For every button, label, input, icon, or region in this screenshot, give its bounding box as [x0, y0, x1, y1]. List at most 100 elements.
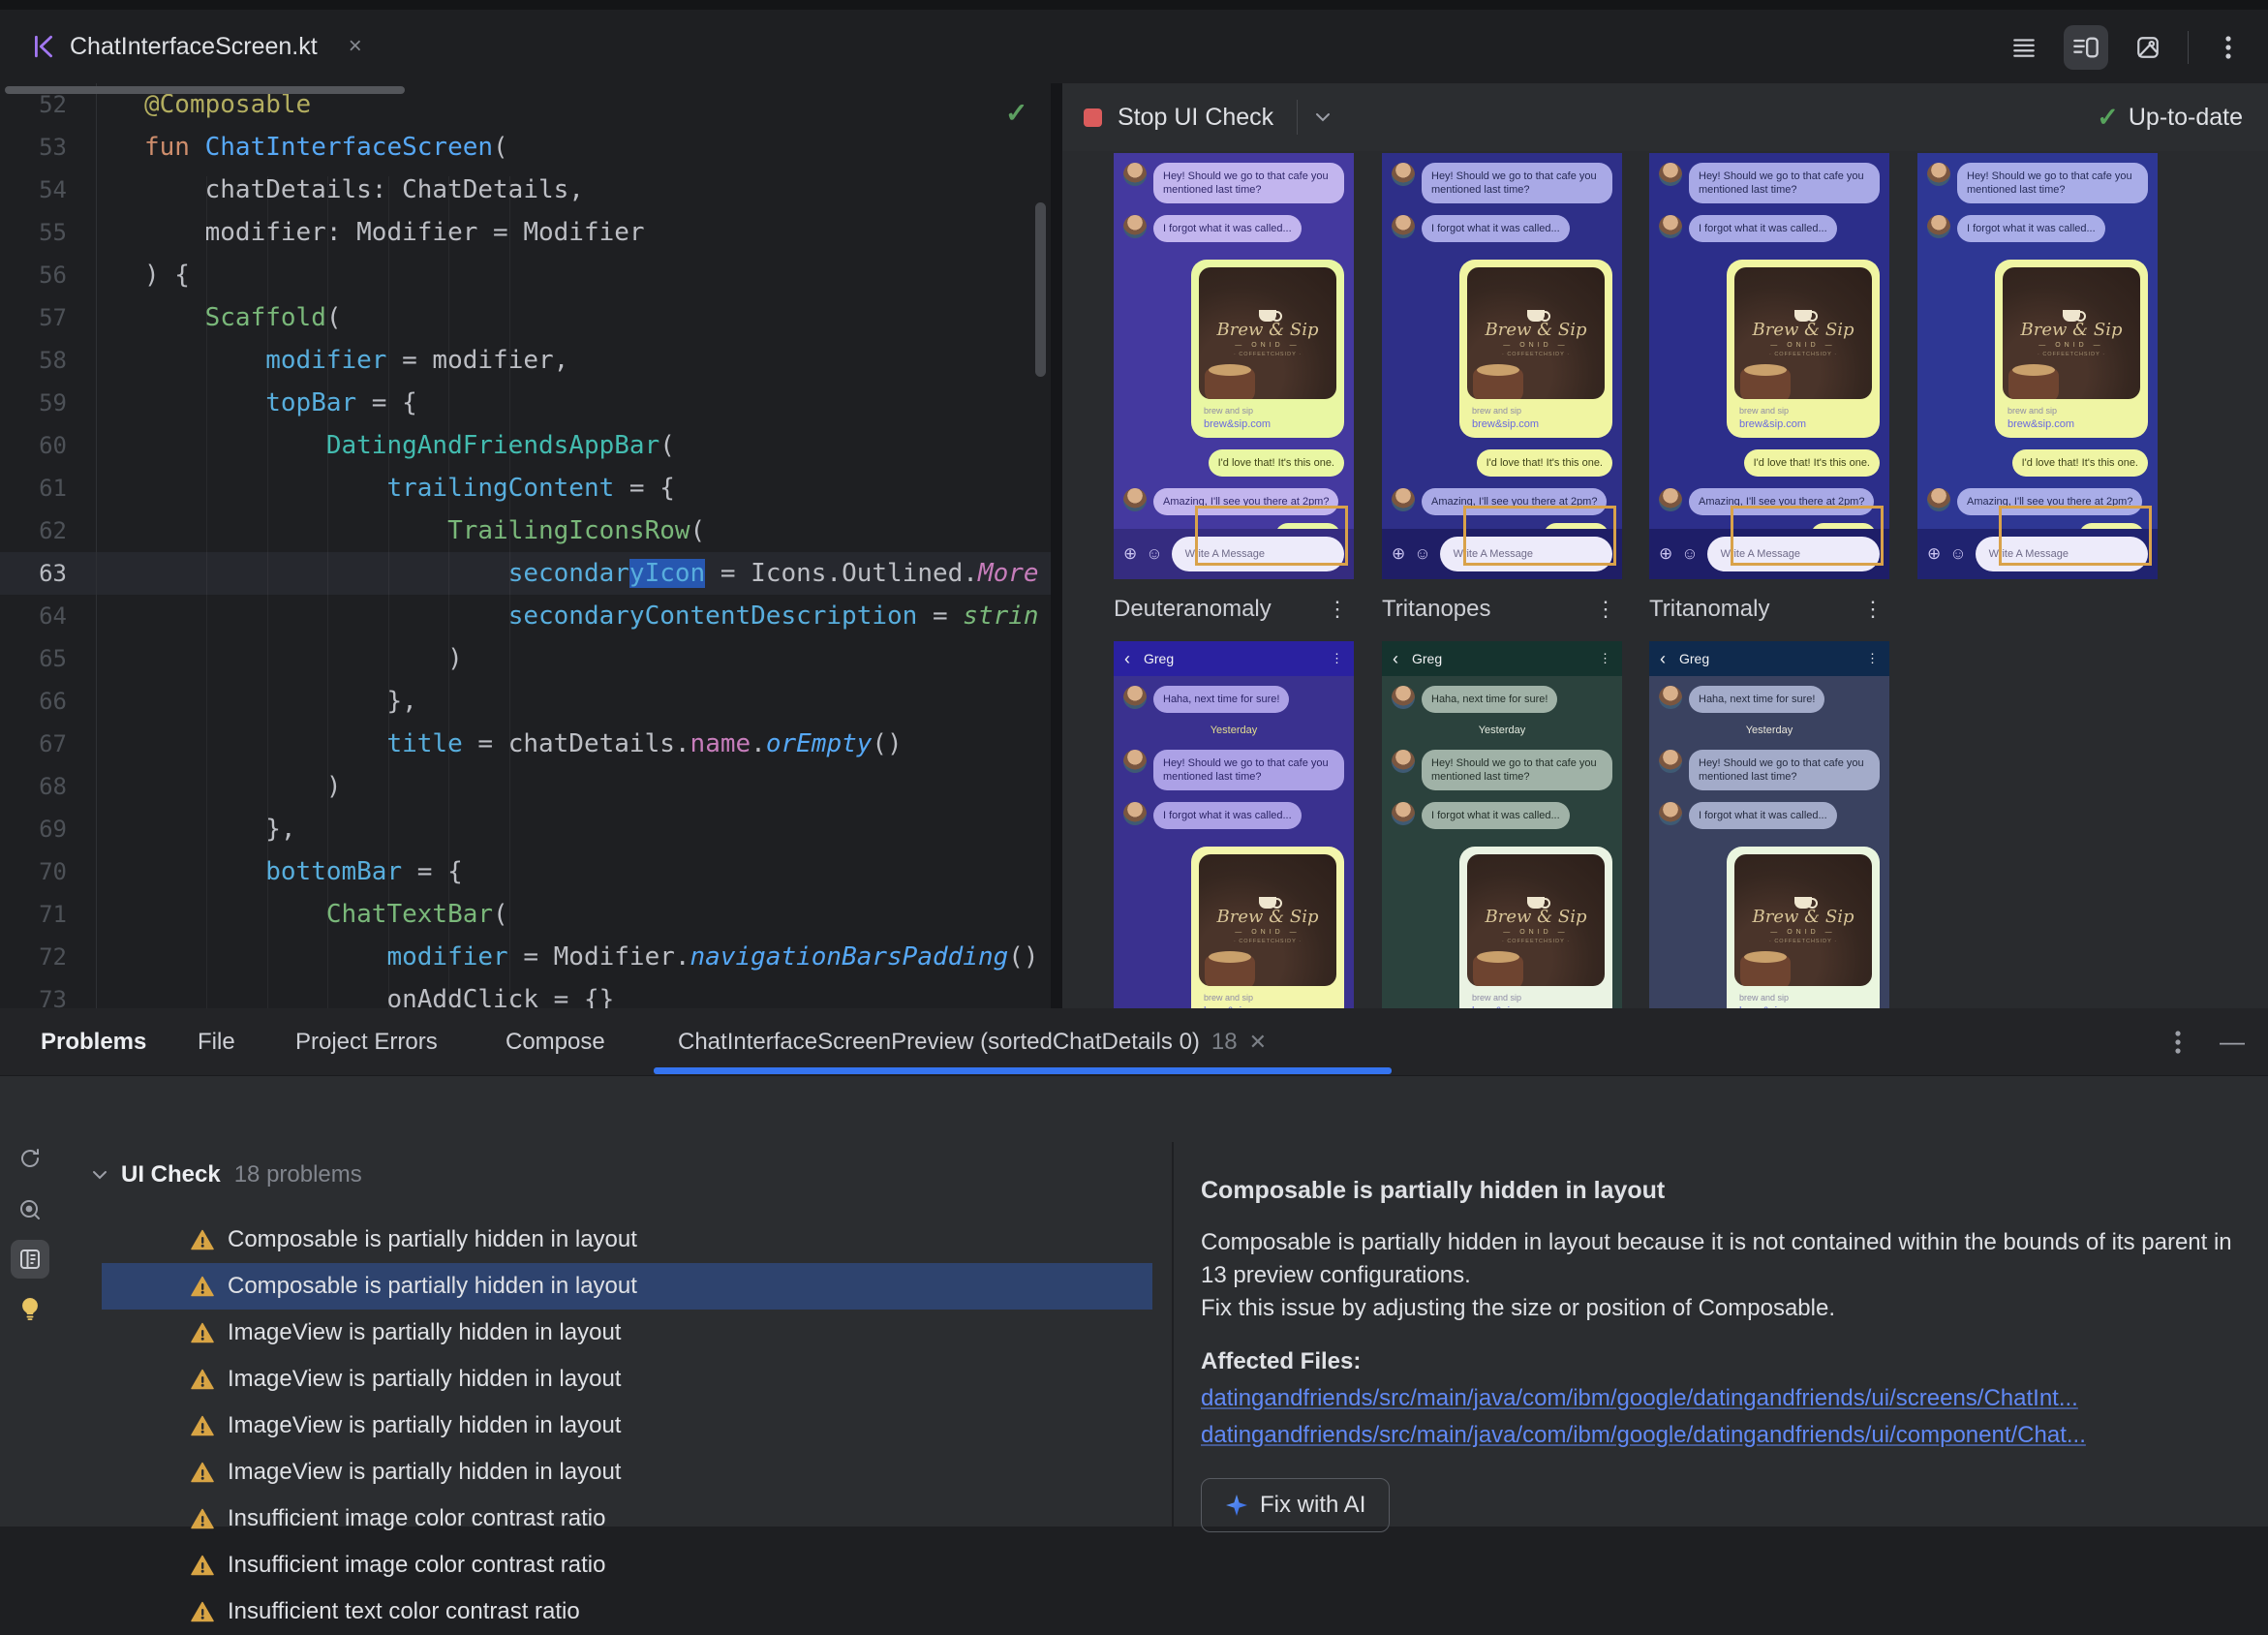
phone-preview[interactable]: Hey! Should we go to that cafe you menti…: [1917, 153, 2158, 579]
problems-group-title[interactable]: UI Check: [121, 1161, 221, 1188]
code-line[interactable]: 61 trailingContent = {: [0, 467, 1051, 509]
code-token: =: [917, 602, 964, 631]
code-token: onAddClick = {}: [144, 985, 615, 1008]
device-menu-icon[interactable]: ⋮: [1595, 597, 1622, 622]
code-line[interactable]: 56) {: [0, 254, 1051, 296]
code-line[interactable]: 69 },: [0, 808, 1051, 850]
code-text: trailingContent = {: [144, 474, 674, 503]
coffee-cup-icon: [1527, 309, 1550, 322]
editor-preview-splitter[interactable]: [1051, 83, 1062, 1008]
tab-file[interactable]: File: [198, 1008, 235, 1075]
code-editor[interactable]: 52 @Composable 53 fun ChatInterfaceScreen(5…: [0, 83, 1051, 1008]
close-tab-icon[interactable]: ✕: [1249, 1030, 1267, 1055]
horizontal-scrollbar[interactable]: [5, 86, 405, 94]
inspections-ok-icon[interactable]: ✓: [1005, 97, 1027, 129]
add-icon[interactable]: ⊕: [1659, 544, 1672, 564]
device-menu-icon[interactable]: ⋮: [1327, 597, 1354, 622]
problem-row[interactable]: Insufficient image color contrast ratio: [102, 1542, 1152, 1589]
minimize-panel-icon[interactable]: —: [2220, 1027, 2245, 1057]
card-link[interactable]: brew&sip.com: [1204, 418, 1336, 430]
back-icon[interactable]: ‹: [1124, 649, 1130, 669]
line-number: 71: [0, 893, 97, 936]
fix-with-ai-button[interactable]: Fix with AI: [1201, 1478, 1391, 1532]
message-list: Hey! Should we go to that cafe you menti…: [1649, 153, 1889, 515]
phone-preview[interactable]: ‹ Greg ⋮ Haha, next time for sure! Yesterday…: [1382, 641, 1622, 1008]
emoji-icon[interactable]: ☺: [1414, 544, 1430, 564]
chevron-down-icon[interactable]: [92, 1170, 107, 1180]
panel-options-icon[interactable]: [2175, 1030, 2181, 1055]
code-line[interactable]: 67 title = chatDetails.name.orEmpty(): [0, 723, 1051, 765]
chat-menu-icon[interactable]: ⋮: [1331, 651, 1343, 666]
device-menu-icon[interactable]: ⋮: [1862, 597, 1889, 622]
card-link[interactable]: brew&sip.com: [1472, 418, 1605, 430]
problem-row[interactable]: Insufficient text color contrast ratio: [102, 1589, 1152, 1635]
code-line[interactable]: 57 Scaffold(: [0, 296, 1051, 339]
code-line[interactable]: 60 DatingAndFriendsAppBar(: [0, 424, 1051, 467]
emoji-icon[interactable]: ☺: [1146, 544, 1162, 564]
emoji-icon[interactable]: ☺: [1681, 544, 1698, 564]
problem-row[interactable]: ImageView is partially hidden in layout: [102, 1310, 1152, 1356]
refresh-icon[interactable]: [11, 1139, 49, 1178]
code-line[interactable]: 71 ChatTextBar(: [0, 893, 1051, 936]
code-view-icon[interactable]: [2002, 25, 2046, 70]
problem-row[interactable]: ImageView is partially hidden in layout: [102, 1403, 1152, 1449]
list-details-divider[interactable]: [1172, 1142, 1174, 1593]
tab-compose[interactable]: Compose: [506, 1008, 605, 1075]
phone-preview[interactable]: ‹ Greg ⋮ Haha, next time for sure! Yesterday…: [1114, 641, 1354, 1008]
code-line[interactable]: 53 fun ChatInterfaceScreen(: [0, 126, 1051, 169]
problem-row[interactable]: ImageView is partially hidden in layout: [102, 1449, 1152, 1496]
tab-problems[interactable]: Problems: [41, 1008, 146, 1075]
code-line[interactable]: 72 modifier = Modifier.navigationBarsPad…: [0, 936, 1051, 978]
chat-menu-icon[interactable]: ⋮: [1599, 651, 1611, 666]
chat-bubble: I forgot what it was called...: [1422, 802, 1570, 829]
back-icon[interactable]: ‹: [1393, 649, 1398, 669]
stop-ui-check-button[interactable]: Stop UI Check: [1084, 104, 1273, 132]
tab-label: Problems: [41, 1028, 147, 1055]
code-line[interactable]: 70 bottomBar = {: [0, 850, 1051, 893]
code-line[interactable]: 73 onAddClick = {}: [0, 978, 1051, 1008]
preview-status-icon[interactable]: [11, 1190, 49, 1229]
phone-preview[interactable]: Hey! Should we go to that cafe you menti…: [1114, 153, 1354, 579]
code-line[interactable]: 58 modifier = modifier,: [0, 339, 1051, 382]
affected-file-link[interactable]: datingandfriends/src/main/java/com/ibm/g…: [1201, 1385, 2247, 1412]
vertical-scrollbar[interactable]: [1035, 202, 1046, 377]
split-view-icon[interactable]: [2064, 25, 2108, 70]
add-icon[interactable]: ⊕: [1392, 544, 1405, 564]
emoji-icon[interactable]: ☺: [1949, 544, 1966, 564]
more-options-icon[interactable]: [2206, 25, 2251, 70]
card-caption: brew and sip: [1739, 993, 1790, 1003]
editor-tab[interactable]: ChatInterfaceScreen.kt ×: [21, 10, 372, 83]
design-view-icon[interactable]: [2126, 25, 2170, 70]
code-line[interactable]: 68 ): [0, 765, 1051, 808]
code-line[interactable]: 54 chatDetails: ChatDetails,: [0, 169, 1051, 211]
problem-row[interactable]: Insufficient image color contrast ratio: [102, 1496, 1152, 1542]
tab-chatinterfacescreenpreview-sortedchatdetails[interactable]: ChatInterfaceScreenPreview (sortedChatDe…: [678, 1008, 1267, 1075]
code-line[interactable]: 59 topBar = {: [0, 382, 1051, 424]
add-icon[interactable]: ⊕: [1123, 544, 1137, 564]
affected-file-link[interactable]: datingandfriends/src/main/java/com/ibm/g…: [1201, 1422, 2247, 1449]
chat-menu-icon[interactable]: ⋮: [1866, 651, 1879, 666]
problem-row[interactable]: Composable is partially hidden in layout: [102, 1217, 1152, 1263]
phone-preview[interactable]: Hey! Should we go to that cafe you menti…: [1382, 153, 1622, 579]
tab-project-errors[interactable]: Project Errors: [295, 1008, 438, 1075]
close-tab-icon[interactable]: ×: [349, 33, 362, 60]
code-line[interactable]: 64 secondaryContentDescription = strin: [0, 595, 1051, 637]
problem-row[interactable]: Composable is partially hidden in layout: [102, 1263, 1152, 1310]
code-line[interactable]: 65 ): [0, 637, 1051, 680]
code-line[interactable]: 66 },: [0, 680, 1051, 723]
card-link[interactable]: brew&sip.com: [2007, 418, 2140, 430]
avatar: [1392, 750, 1415, 773]
problem-row[interactable]: ImageView is partially hidden in layout: [102, 1356, 1152, 1403]
code-line[interactable]: 63 secondaryIcon = Icons.Outlined.More: [0, 552, 1051, 595]
details-view-icon[interactable]: [11, 1240, 49, 1279]
code-line[interactable]: 62 TrailingIconsRow(: [0, 509, 1051, 552]
phone-preview[interactable]: Hey! Should we go to that cafe you menti…: [1649, 153, 1889, 579]
card-link[interactable]: brew&sip.com: [1739, 418, 1872, 430]
code-line[interactable]: 55 modifier: Modifier = Modifier: [0, 211, 1051, 254]
back-icon[interactable]: ‹: [1660, 649, 1666, 669]
lightbulb-icon[interactable]: [11, 1289, 49, 1328]
chevron-down-icon[interactable]: [1315, 112, 1331, 122]
add-icon[interactable]: ⊕: [1927, 544, 1941, 564]
phone-preview[interactable]: ‹ Greg ⋮ Haha, next time for sure! Yesterday…: [1649, 641, 1889, 1008]
